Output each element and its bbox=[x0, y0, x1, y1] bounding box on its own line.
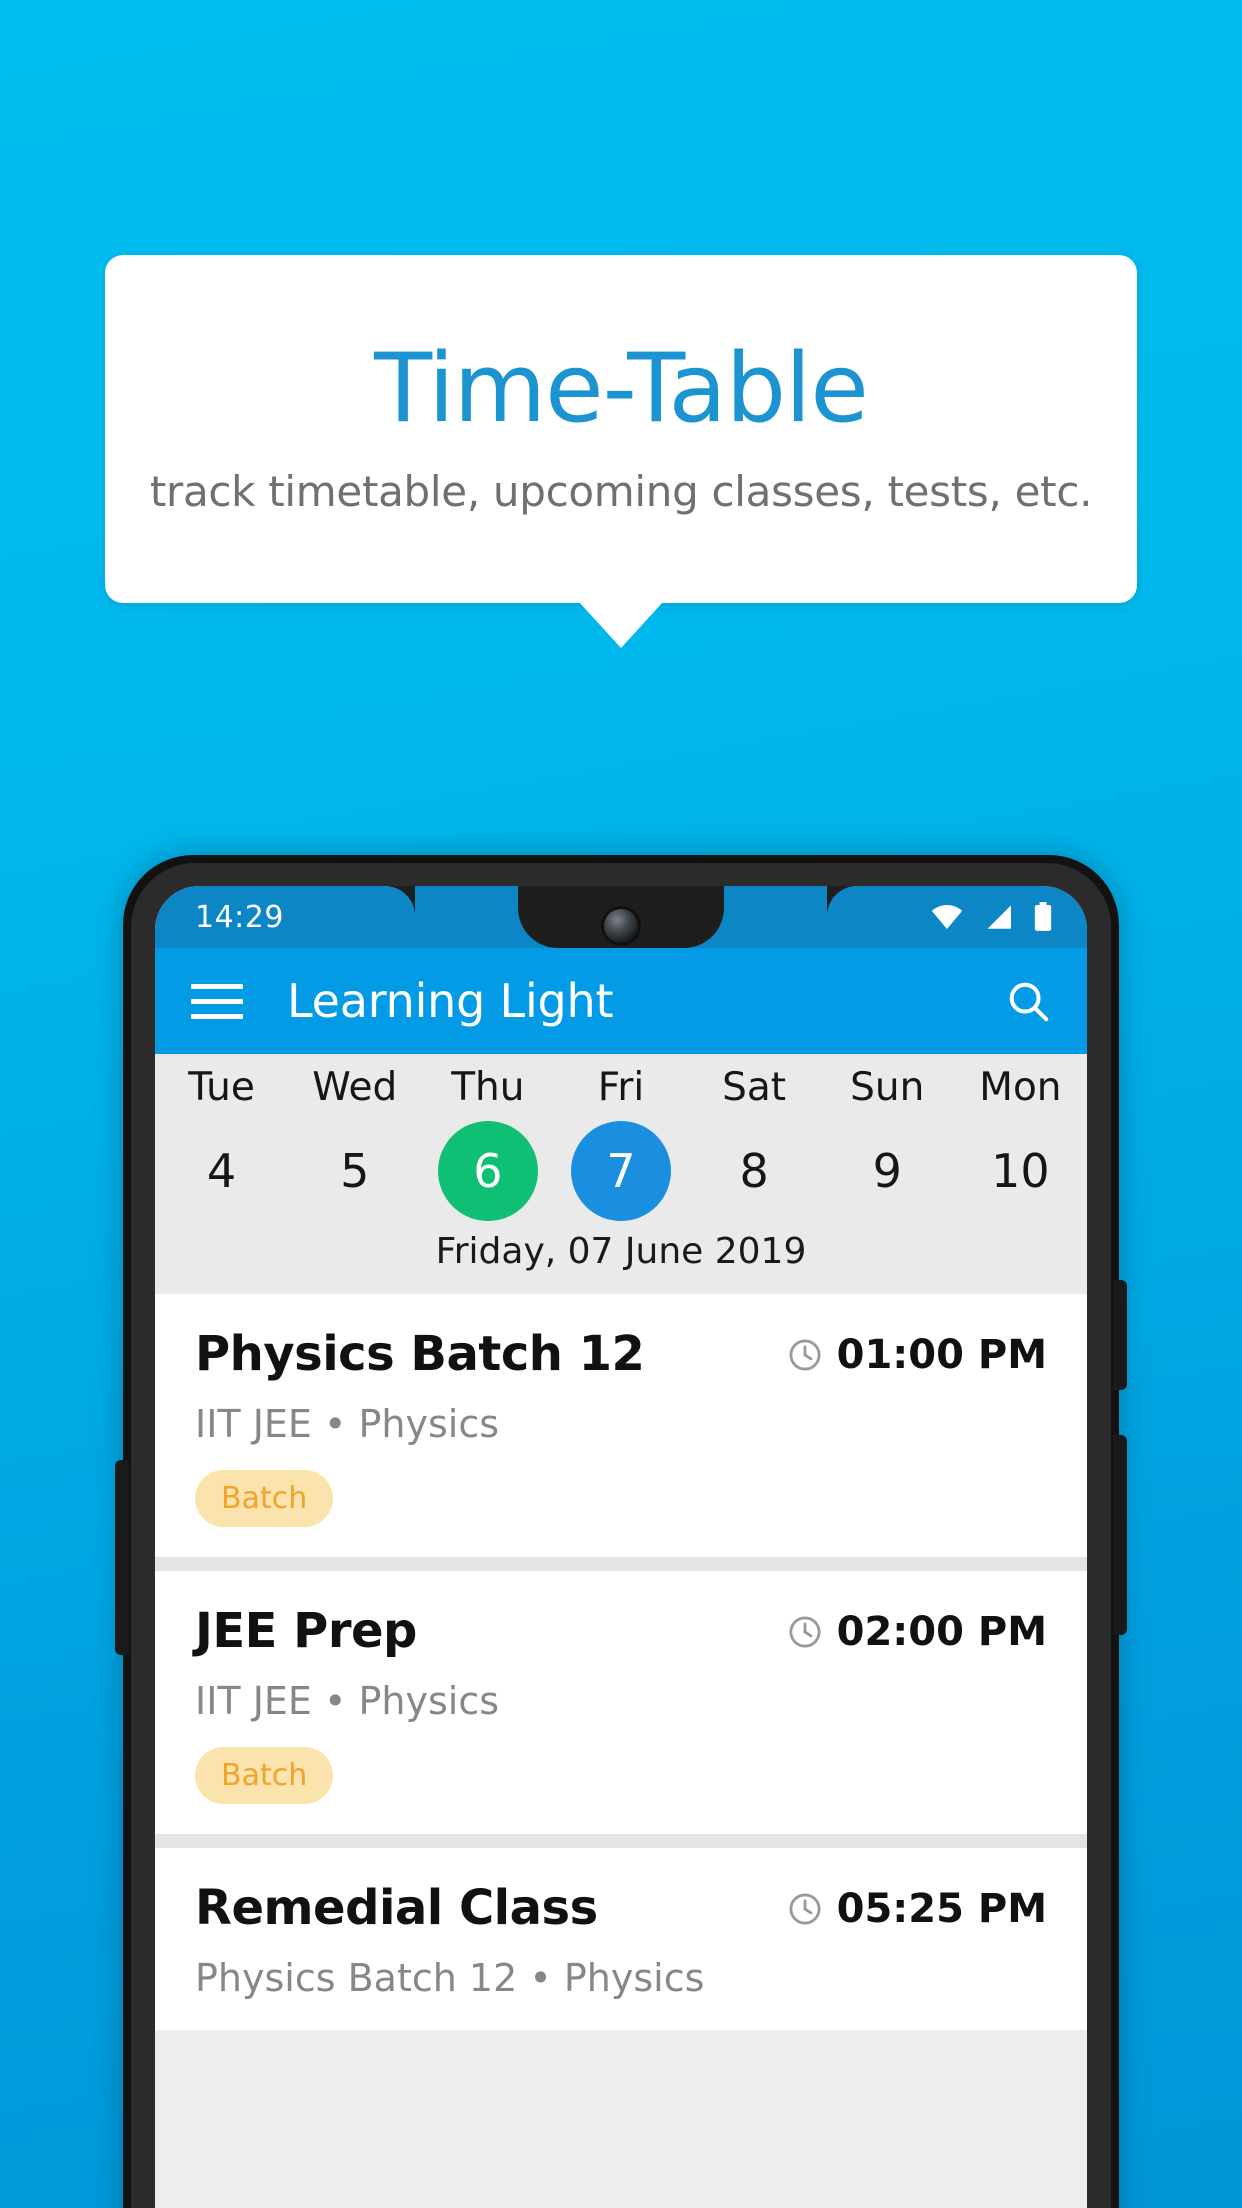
class-time: 05:25 PM bbox=[836, 1885, 1047, 1932]
day-cell-mon[interactable]: Mon 10 bbox=[954, 1064, 1087, 1221]
day-number-circle: 8 bbox=[704, 1121, 804, 1221]
class-time: 01:00 PM bbox=[836, 1331, 1047, 1378]
promo-callout-card: Time-Table track timetable, upcoming cla… bbox=[105, 255, 1137, 603]
class-card-header: Remedial Class 05:25 PM bbox=[195, 1880, 1047, 1936]
class-subtitle: IIT JEE • Physics bbox=[195, 1401, 500, 1446]
callout-arrow bbox=[579, 602, 663, 648]
notch-corner-left bbox=[385, 886, 415, 916]
status-badge: Batch bbox=[195, 1469, 334, 1527]
phone-mockup: 14:29 Learning Light Tue 4 Wed 5 Thu 6 F… bbox=[115, 855, 1127, 2208]
promo-screenshot: Time-Table track timetable, upcoming cla… bbox=[0, 0, 1242, 2208]
day-label: Fri bbox=[597, 1065, 645, 1110]
class-time: 02:00 PM bbox=[836, 1608, 1047, 1655]
class-subtitle: Physics Batch 12 • Physics bbox=[195, 1955, 705, 2000]
notch-corner-right bbox=[827, 886, 857, 916]
class-title: JEE Prep bbox=[195, 1602, 417, 1659]
day-label: Sat bbox=[722, 1065, 787, 1110]
front-camera-icon bbox=[604, 909, 638, 943]
phone-side-button[interactable] bbox=[1113, 1435, 1127, 1635]
class-title: Physics Batch 12 bbox=[195, 1325, 645, 1382]
status-badge: Batch bbox=[195, 1746, 334, 1804]
day-cell-tue[interactable]: Tue 4 bbox=[155, 1064, 288, 1221]
selected-date-label: Friday, 07 June 2019 bbox=[435, 1230, 807, 1272]
day-number-circle-today: 6 bbox=[437, 1120, 538, 1221]
day-number: 10 bbox=[991, 1143, 1050, 1198]
class-time-group: 01:00 PM bbox=[787, 1326, 1047, 1378]
clock-icon bbox=[789, 1339, 821, 1371]
class-card[interactable]: JEE Prep 02:00 PM IIT JEE • Physics Batc… bbox=[155, 1570, 1087, 1834]
day-number: 8 bbox=[739, 1143, 769, 1198]
page-title: Time-Table bbox=[374, 334, 869, 444]
signal-icon bbox=[987, 905, 1011, 929]
class-time-group: 05:25 PM bbox=[787, 1880, 1047, 1932]
day-cell-sat[interactable]: Sat 8 bbox=[688, 1064, 821, 1221]
app-title: Learning Light bbox=[287, 974, 614, 1028]
class-time-group: 02:00 PM bbox=[787, 1603, 1047, 1655]
day-number-circle: 10 bbox=[970, 1121, 1070, 1221]
class-card[interactable]: Remedial Class 05:25 PM Physics Batch 12… bbox=[155, 1847, 1087, 2030]
phone-screen: 14:29 Learning Light Tue 4 Wed 5 Thu 6 F… bbox=[155, 886, 1087, 2208]
wifi-icon bbox=[931, 905, 963, 929]
day-number-circle: 5 bbox=[305, 1121, 405, 1221]
phone-volume-button[interactable] bbox=[115, 1460, 129, 1655]
status-bar-clock: 14:29 bbox=[195, 899, 284, 935]
clock-icon bbox=[789, 1893, 821, 1925]
class-list: Physics Batch 12 01:00 PM IIT JEE • Phys… bbox=[155, 1293, 1087, 2030]
day-number: 6 bbox=[473, 1143, 503, 1198]
class-title: Remedial Class bbox=[195, 1879, 598, 1936]
day-cell-fri[interactable]: Fri 7 bbox=[554, 1064, 687, 1221]
day-number: 5 bbox=[340, 1143, 370, 1198]
day-number-circle-selected: 7 bbox=[570, 1120, 671, 1221]
class-card-header: JEE Prep 02:00 PM bbox=[195, 1603, 1047, 1659]
day-cell-thu[interactable]: Thu 6 bbox=[421, 1064, 554, 1221]
day-label: Sun bbox=[850, 1065, 925, 1110]
day-cell-sun[interactable]: Sun 9 bbox=[821, 1064, 954, 1221]
day-number-circle: 4 bbox=[172, 1121, 272, 1221]
class-card-header: Physics Batch 12 01:00 PM bbox=[195, 1326, 1047, 1382]
day-number: 9 bbox=[872, 1143, 902, 1198]
day-label: Thu bbox=[451, 1065, 525, 1110]
search-icon[interactable] bbox=[1005, 978, 1051, 1024]
app-bar: Learning Light bbox=[155, 948, 1087, 1054]
day-label: Wed bbox=[312, 1065, 398, 1110]
day-label: Tue bbox=[188, 1065, 255, 1110]
day-number-circle: 9 bbox=[837, 1121, 937, 1221]
week-strip: Tue 4 Wed 5 Thu 6 Fri 7 Sat 8 Sun 9 Mon … bbox=[155, 1054, 1087, 1294]
class-card[interactable]: Physics Batch 12 01:00 PM IIT JEE • Phys… bbox=[155, 1293, 1087, 1557]
status-bar-icons bbox=[931, 902, 1053, 932]
day-cell-wed[interactable]: Wed 5 bbox=[288, 1064, 421, 1221]
day-number: 4 bbox=[206, 1143, 237, 1198]
week-row: Tue 4 Wed 5 Thu 6 Fri 7 Sat 8 Sun 9 Mon … bbox=[155, 1064, 1087, 1221]
page-subtitle: track timetable, upcoming classes, tests… bbox=[149, 467, 1093, 516]
day-label: Mon bbox=[979, 1065, 1062, 1110]
battery-icon bbox=[1034, 902, 1052, 931]
phone-power-button[interactable] bbox=[1113, 1280, 1127, 1390]
hamburger-menu-icon[interactable] bbox=[191, 983, 243, 1019]
class-subtitle: IIT JEE • Physics bbox=[195, 1678, 500, 1723]
clock-icon bbox=[789, 1616, 821, 1648]
day-number: 7 bbox=[606, 1143, 636, 1198]
